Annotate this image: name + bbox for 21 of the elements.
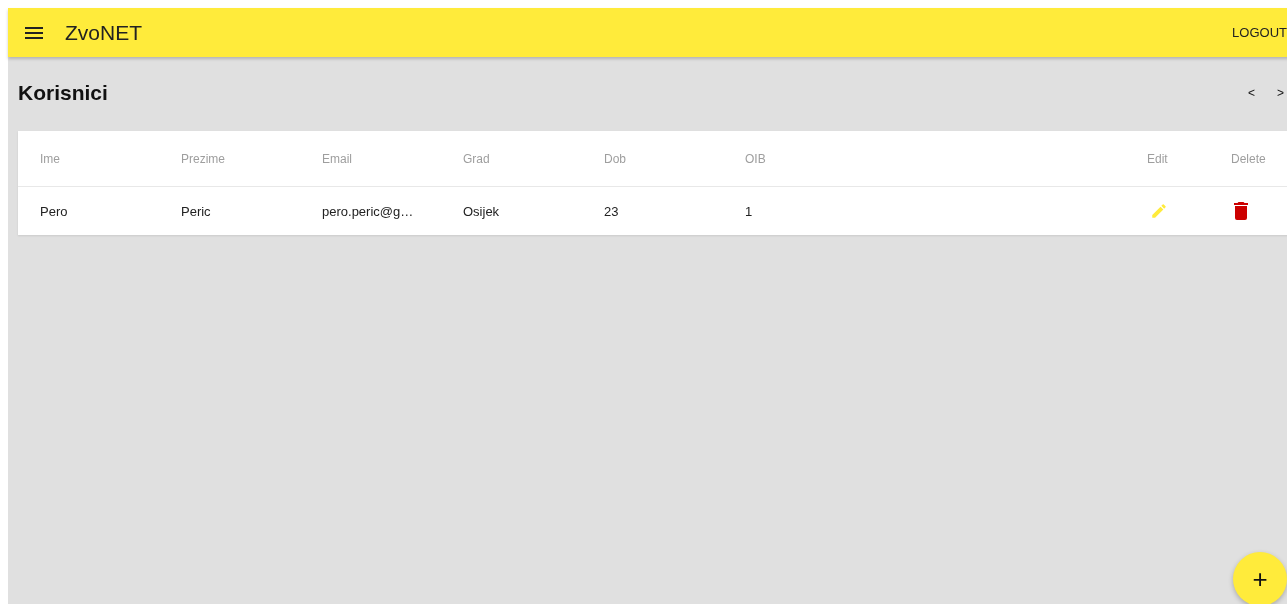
table-cell: Osijek — [463, 203, 500, 219]
app-title: ZvoNET — [65, 20, 142, 45]
logout-button[interactable]: LOGOUT — [1228, 25, 1287, 40]
column-header: Grad — [463, 151, 490, 166]
trash-icon[interactable] — [1234, 202, 1248, 220]
column-header: Prezime — [181, 151, 225, 166]
table-cell: 1 — [745, 203, 753, 219]
column-header: Dob — [604, 151, 626, 166]
table-cell: pero.peric@g… — [322, 203, 414, 219]
table-cell: Pero — [40, 203, 68, 219]
column-header: Email — [322, 151, 352, 166]
pager-button[interactable]: > — [1273, 86, 1287, 100]
column-header: Delete — [1231, 151, 1266, 166]
column-header: OIB — [745, 151, 766, 166]
column-header: Edit — [1147, 151, 1168, 166]
pager-button[interactable]: < — [1243, 86, 1259, 100]
page-title: Korisnici — [18, 81, 108, 105]
column-header: Ime — [40, 151, 60, 166]
table-cell: 23 — [604, 203, 619, 219]
menu-icon[interactable] — [25, 26, 43, 39]
table-cell: Peric — [181, 203, 211, 219]
